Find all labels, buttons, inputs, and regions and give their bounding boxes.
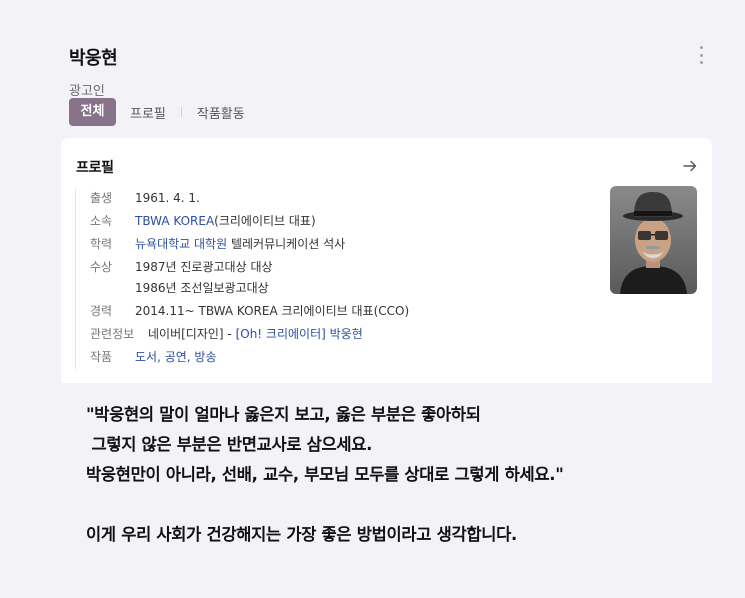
- tab-profile[interactable]: 프로필: [130, 103, 166, 122]
- quote-text: "박웅현의 말이 얼마나 옳은지 보고, 옳은 부분은 좋아하되 그렇지 않은 …: [86, 400, 564, 550]
- related-link[interactable]: [Oh! 크리에이터] 박웅현: [236, 327, 363, 341]
- more-options-icon[interactable]: [698, 46, 704, 64]
- award-item: 1987년 진로광고대상 대상: [135, 260, 273, 274]
- info-label: 학력: [90, 237, 113, 251]
- arrow-right-icon[interactable]: [682, 158, 698, 174]
- works-link[interactable]: 도서, 공연, 방송: [135, 347, 217, 368]
- tab-works[interactable]: 작품활동: [197, 103, 245, 122]
- affiliation-suffix: (크리에이티브 대표): [214, 214, 316, 228]
- section-divider: [75, 189, 76, 369]
- info-value: 1987년 진로광고대상 대상 1986년 조선일보광고대상: [135, 257, 273, 299]
- info-value: 네이버[디자인] - [Oh! 크리에이터] 박웅현: [148, 324, 363, 345]
- award-item: 1986년 조선일보광고대상: [135, 281, 269, 295]
- quote-line: 박웅현만이 아니라, 선배, 교수, 부모님 모두를 상대로 그렇게 하세요.": [86, 465, 564, 484]
- info-value: 1961. 4. 1.: [135, 191, 200, 205]
- quote-line: "박웅현의 말이 얼마나 옳은지 보고, 옳은 부분은 좋아하되: [86, 405, 481, 424]
- info-row-career: 경력 2014.11~ TBWA KOREA 크리에이티브 대표(CCO): [90, 301, 409, 322]
- info-label: 소속: [90, 214, 113, 228]
- info-row-works: 작품 도서, 공연, 방송: [90, 347, 409, 368]
- info-row-birth: 출생 1961. 4. 1.: [90, 188, 409, 209]
- profile-occupation: 광고인: [69, 84, 105, 99]
- profile-name: 박웅현: [69, 48, 118, 69]
- info-row-affiliation: 소속 TBWA KOREA(크리에이티브 대표): [90, 211, 409, 232]
- info-label: 출생: [90, 191, 113, 205]
- quote-closing: 이게 우리 사회가 건강해지는 가장 좋은 방법이라고 생각합니다.: [86, 525, 517, 544]
- profile-info-list: 출생 1961. 4. 1. 소속 TBWA KOREA(크리에이티브 대표) …: [90, 188, 409, 370]
- quote-gap: [86, 490, 563, 520]
- quote-line: 그렇지 않은 부분은 반면교사로 삼으세요.: [86, 435, 373, 454]
- info-value: 뉴욕대학교 대학원 텔레커뮤니케이션 석사: [135, 234, 345, 255]
- profile-card: 프로필 출생 1961. 4. 1. 소속 TBWA KOREA(크리에이티브 …: [61, 138, 712, 383]
- profile-photo[interactable]: [610, 186, 697, 294]
- tab-divider: [180, 107, 182, 117]
- info-label: 수상: [90, 260, 113, 274]
- education-suffix: 텔레커뮤니케이션 석사: [227, 237, 346, 251]
- info-row-related: 관련정보 네이버[디자인] - [Oh! 크리에이터] 박웅현: [90, 324, 409, 345]
- info-row-awards: 수상 1987년 진로광고대상 대상 1986년 조선일보광고대상: [90, 257, 409, 299]
- education-link[interactable]: 뉴욕대학교 대학원: [135, 237, 227, 251]
- info-label: 관련정보: [90, 327, 135, 341]
- info-value: 2014.11~ TBWA KOREA 크리에이티브 대표(CCO): [135, 304, 410, 318]
- info-label: 경력: [90, 304, 113, 318]
- info-label: 작품: [90, 350, 113, 364]
- card-title: 프로필: [76, 160, 114, 176]
- related-prefix: 네이버[디자인] -: [148, 327, 236, 341]
- affiliation-link[interactable]: TBWA KOREA: [135, 214, 214, 228]
- profile-header: 박웅현 광고인: [69, 44, 118, 99]
- tab-all[interactable]: 전체: [69, 98, 116, 126]
- info-value: TBWA KOREA(크리에이티브 대표): [135, 211, 316, 232]
- profile-tabs: 전체 프로필 작품활동: [69, 98, 245, 126]
- info-row-education: 학력 뉴욕대학교 대학원 텔레커뮤니케이션 석사: [90, 234, 409, 255]
